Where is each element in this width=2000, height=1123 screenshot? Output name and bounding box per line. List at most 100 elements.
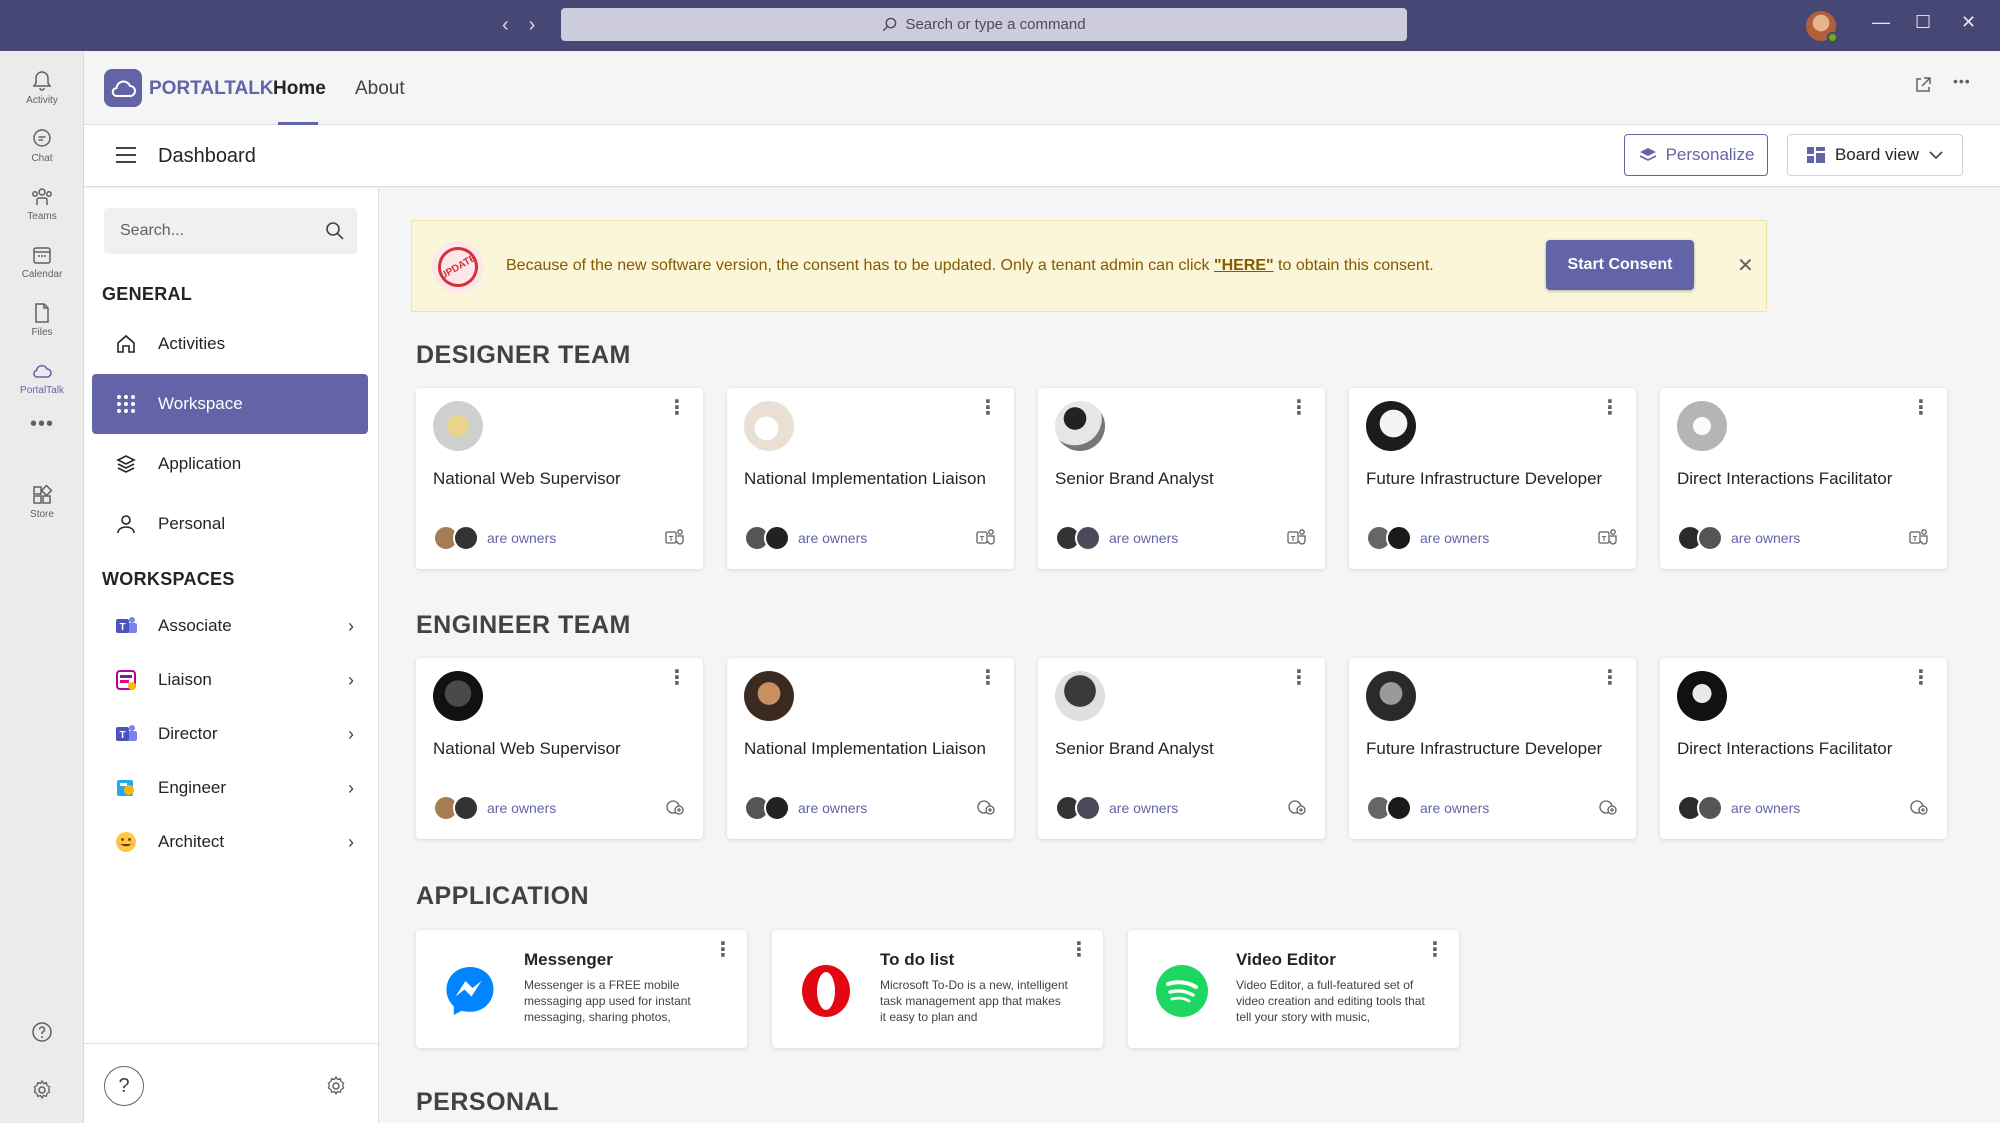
help-button[interactable]: [0, 1020, 84, 1044]
grid-dots-icon: [117, 395, 135, 413]
command-search-bar[interactable]: Search or type a command: [561, 8, 1407, 41]
owners-label[interactable]: are owners: [1420, 800, 1489, 816]
teams-icon[interactable]: T: [1598, 528, 1618, 546]
app-card[interactable]: ⋮ To do list Microsoft To-Do is a new, i…: [772, 930, 1103, 1048]
search-icon[interactable]: [325, 221, 345, 241]
owners-row: are owners: [433, 794, 556, 822]
sidebar-item-workspace[interactable]: Workspace: [92, 374, 368, 434]
gear-icon[interactable]: [324, 1074, 348, 1098]
start-consent-button[interactable]: Start Consent: [1546, 240, 1694, 290]
help-button[interactable]: ?: [104, 1066, 144, 1106]
banner-text-start: Because of the new software version, the…: [506, 257, 1214, 274]
back-arrow-icon[interactable]: ‹: [502, 14, 509, 37]
more-options-icon[interactable]: ⋮: [667, 668, 687, 688]
teams-link-icon[interactable]: [665, 798, 685, 816]
team-card[interactable]: ⋮ National Implementation Liaison are ow…: [727, 658, 1014, 839]
sidebar-item-application[interactable]: Application: [92, 434, 368, 494]
settings-button[interactable]: [0, 1078, 84, 1102]
owners-label[interactable]: are owners: [1731, 530, 1800, 546]
search-input[interactable]: [104, 208, 304, 254]
sidebar-item-architect[interactable]: Architect ›: [92, 812, 368, 872]
more-options-icon[interactable]: ⋮: [978, 398, 998, 418]
rail-item-files[interactable]: Files: [0, 301, 84, 338]
close-icon[interactable]: ✕: [1737, 253, 1754, 278]
hamburger-menu-icon[interactable]: [116, 147, 136, 168]
rail-item-portaltalk[interactable]: PortalTalk: [0, 359, 84, 396]
owners-label[interactable]: are owners: [798, 800, 867, 816]
chevron-right-icon: ›: [348, 831, 354, 852]
sidebar-item-liaison[interactable]: Liaison ›: [92, 650, 368, 710]
teams-link-icon[interactable]: [976, 798, 996, 816]
owners-row: are owners: [1677, 794, 1800, 822]
app-header: PORTALTALK Home About •••: [84, 51, 2000, 125]
consent-here-link[interactable]: "HERE": [1214, 257, 1274, 274]
sidebar-item-activities[interactable]: Activities: [92, 314, 368, 374]
team-card[interactable]: ⋮ Future Infrastructure Developer are ow…: [1349, 388, 1636, 569]
more-options-icon[interactable]: ⋮: [978, 668, 998, 688]
rail-item-chat[interactable]: Chat: [0, 127, 84, 164]
forward-arrow-icon[interactable]: ›: [529, 14, 536, 37]
rail-more-apps-icon[interactable]: •••: [0, 413, 84, 436]
more-options-icon[interactable]: ⋮: [1289, 668, 1309, 688]
rail-item-activity[interactable]: Activity: [0, 69, 84, 106]
more-options-icon[interactable]: ⋮: [1069, 940, 1089, 960]
owners-label[interactable]: are owners: [487, 530, 556, 546]
team-card[interactable]: ⋮ Senior Brand Analyst are owners T: [1038, 388, 1325, 569]
sidebar-item-personal[interactable]: Personal: [92, 494, 368, 554]
chevron-right-icon: ›: [348, 777, 354, 798]
team-card[interactable]: ⋮ Future Infrastructure Developer are ow…: [1349, 658, 1636, 839]
teams-icon[interactable]: T: [1909, 528, 1929, 546]
rail-item-calendar[interactable]: Calendar: [0, 243, 84, 280]
teams-icon[interactable]: T: [976, 528, 996, 546]
owners-label[interactable]: are owners: [1731, 800, 1800, 816]
sidebar-item-engineer[interactable]: Engineer ›: [92, 758, 368, 818]
owners-label[interactable]: are owners: [1109, 530, 1178, 546]
app-card[interactable]: ⋮ Video Editor Video Editor, a full-feat…: [1128, 930, 1459, 1048]
personalize-label: Personalize: [1665, 145, 1755, 164]
personalize-button[interactable]: Personalize: [1624, 134, 1768, 176]
more-options-icon[interactable]: ⋮: [1911, 398, 1931, 418]
teams-link-icon[interactable]: [1598, 798, 1618, 816]
team-card[interactable]: ⋮ Direct Interactions Facilitator are ow…: [1660, 388, 1947, 569]
rail-item-teams[interactable]: Teams: [0, 185, 84, 222]
more-options-icon[interactable]: ⋮: [1289, 398, 1309, 418]
teams-icon[interactable]: T: [1287, 528, 1307, 546]
more-options-icon[interactable]: ⋮: [1600, 398, 1620, 418]
more-options-icon[interactable]: ⋮: [1600, 668, 1620, 688]
owners-label[interactable]: are owners: [798, 530, 867, 546]
minimize-icon[interactable]: —: [1872, 12, 1890, 33]
rail-item-store[interactable]: Store: [0, 483, 84, 520]
more-options-icon[interactable]: ⋮: [667, 398, 687, 418]
tab-about[interactable]: About: [355, 78, 405, 100]
calendar-icon: [33, 247, 51, 264]
team-card[interactable]: ⋮ National Web Supervisor are owners: [416, 658, 703, 839]
team-card[interactable]: ⋮ National Implementation Liaison are ow…: [727, 388, 1014, 569]
team-card[interactable]: ⋮ Direct Interactions Facilitator are ow…: [1660, 658, 1947, 839]
teams-link-icon[interactable]: [1909, 798, 1929, 816]
sidebar-item-associate[interactable]: T Associate ›: [92, 596, 368, 656]
sidebar-search: [104, 208, 357, 254]
teams-icon[interactable]: T: [665, 528, 685, 546]
more-options-icon[interactable]: ⋮: [1911, 668, 1931, 688]
app-name: Messenger: [524, 950, 613, 969]
team-card[interactable]: ⋮ National Web Supervisor are owners T: [416, 388, 703, 569]
more-options-icon[interactable]: ⋮: [713, 940, 733, 960]
app-card[interactable]: ⋮ Messenger Messenger is a FREE mobile m…: [416, 930, 747, 1048]
owners-label[interactable]: are owners: [1109, 800, 1178, 816]
team-card[interactable]: ⋮ Senior Brand Analyst are owners: [1038, 658, 1325, 839]
board-view-dropdown[interactable]: Board view: [1787, 134, 1963, 176]
team-name: Senior Brand Analyst: [1055, 469, 1214, 488]
sidebar-item-director[interactable]: T Director ›: [92, 704, 368, 764]
maximize-icon[interactable]: ☐: [1915, 12, 1931, 33]
teams-link-icon[interactable]: [1287, 798, 1307, 816]
owners-label[interactable]: are owners: [1420, 530, 1489, 546]
user-avatar[interactable]: [1806, 11, 1838, 43]
owners-label[interactable]: are owners: [487, 800, 556, 816]
title-bar: ‹ › Search or type a command — ☐ ✕: [0, 0, 2000, 51]
tab-home[interactable]: Home: [273, 78, 326, 100]
pop-out-icon[interactable]: [1914, 76, 1932, 100]
more-options-icon[interactable]: ⋮: [1425, 940, 1445, 960]
more-options-icon[interactable]: •••: [1953, 73, 1971, 89]
close-window-icon[interactable]: ✕: [1961, 12, 1976, 33]
banner-message: Because of the new software version, the…: [506, 257, 1434, 275]
